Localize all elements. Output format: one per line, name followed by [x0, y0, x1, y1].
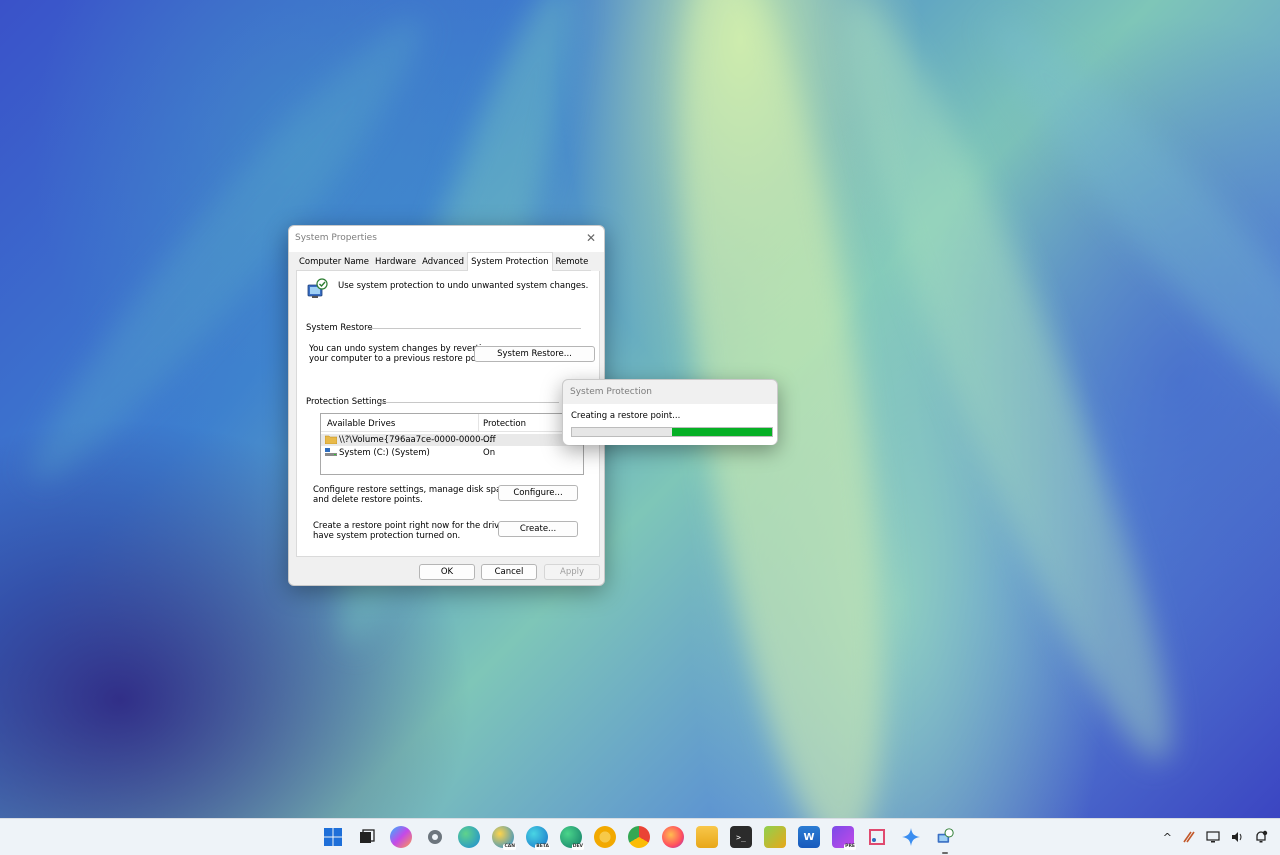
dev-home-icon[interactable]: PRE — [832, 826, 856, 850]
chrome-icon[interactable] — [628, 826, 650, 848]
create-description-line1: Create a restore point right now for the… — [313, 521, 529, 531]
system-protection-panel: Use system protection to undo unwanted s… — [296, 271, 600, 557]
tab-advanced[interactable]: Advanced — [419, 254, 468, 271]
system-properties-icon[interactable] — [934, 826, 956, 854]
system-drive-icon — [325, 448, 337, 456]
tab-computer-name[interactable]: Computer Name — [296, 254, 373, 271]
chrome-canary-icon[interactable] — [594, 826, 616, 848]
column-header-available-drives[interactable]: Available Drives — [327, 419, 395, 429]
system-restore-description-line1: You can undo system changes by reverting — [309, 344, 493, 354]
cancel-button[interactable]: Cancel — [481, 564, 537, 580]
firefox-icon[interactable] — [662, 826, 684, 848]
column-separator — [478, 414, 479, 432]
system-protection-icon — [307, 278, 328, 298]
notification-icon[interactable] — [1254, 830, 1268, 844]
pen-icon[interactable] — [1182, 830, 1196, 844]
lead-text: Use system protection to undo unwanted s… — [338, 281, 589, 291]
app-badge: PRE — [844, 844, 856, 850]
system-tray: ^ — [1163, 829, 1268, 845]
terminal-icon[interactable]: >_ — [730, 826, 752, 848]
close-icon: ✕ — [585, 231, 597, 245]
gemini-icon[interactable] — [900, 826, 922, 848]
system-restore-button[interactable]: System Restore... — [474, 346, 595, 362]
tab-strip: Computer Name Hardware Advanced System P… — [296, 252, 592, 271]
drive-name: System (C:) (System) — [339, 448, 430, 458]
app-badge: CAN — [503, 844, 516, 850]
file-explorer-icon[interactable] — [696, 826, 718, 848]
dialog-title: System Properties — [295, 233, 377, 243]
edge-dev-icon[interactable]: DEV — [560, 826, 584, 850]
drive-protection: On — [483, 448, 496, 458]
close-button[interactable]: ✕ — [582, 229, 600, 247]
edge-icon[interactable] — [458, 826, 480, 848]
configure-description-line2: and delete restore points. — [313, 495, 423, 505]
progress-bar-fill — [672, 428, 772, 436]
apply-button[interactable]: Apply — [544, 564, 600, 580]
edge-canary-icon[interactable]: CAN — [492, 826, 516, 850]
copilot-icon[interactable] — [390, 826, 412, 848]
system-properties-dialog: System Properties ✕ Computer Name Hardwa… — [288, 225, 605, 586]
drive-name: \\?\Volume{796aa7ce-0000-0000-... — [339, 435, 492, 445]
progress-dialog-title: System Protection — [570, 387, 652, 397]
group-divider — [379, 402, 559, 403]
snipping-tool-icon[interactable] — [866, 826, 888, 848]
tray-overflow-chevron-icon[interactable]: ^ — [1163, 831, 1172, 844]
progress-bar — [571, 427, 773, 437]
protection-settings-group-label: Protection Settings — [306, 397, 387, 407]
system-restore-group-label: System Restore — [306, 323, 373, 333]
tab-remote[interactable]: Remote — [552, 254, 592, 271]
progress-message: Creating a restore point... — [571, 411, 681, 421]
group-divider — [367, 328, 581, 329]
ok-button[interactable]: OK — [419, 564, 475, 580]
drive-protection: Off — [483, 435, 496, 445]
configure-description-line1: Configure restore settings, manage disk … — [313, 485, 514, 495]
tab-system-protection[interactable]: System Protection — [467, 252, 553, 271]
start-icon[interactable] — [322, 826, 344, 848]
dialog-titlebar[interactable]: System Properties ✕ — [289, 226, 604, 252]
column-header-protection[interactable]: Protection — [483, 419, 526, 429]
drives-list-header: Available Drives Protection — [321, 414, 583, 432]
folder-icon — [325, 435, 337, 444]
progress-dialog-body: Creating a restore point... — [563, 404, 777, 445]
system-protection-progress-dialog: System Protection Creating a restore poi… — [562, 379, 778, 445]
tab-hardware[interactable]: Hardware — [372, 254, 420, 271]
volume-icon[interactable] — [1230, 830, 1244, 844]
drive-row-system-c[interactable]: System (C:) (System) On — [321, 447, 583, 459]
app-badge: DEV — [571, 844, 584, 850]
create-button[interactable]: Create... — [498, 521, 578, 537]
settings-icon[interactable] — [424, 826, 446, 848]
drive-row-volume[interactable]: \\?\Volume{796aa7ce-0000-0000-... Off — [321, 434, 583, 446]
taskbar-pinned-apps: CAN BETA DEV >_ W PRE — [322, 826, 956, 854]
create-description-line2: have system protection turned on. — [313, 531, 461, 541]
notepad-plus-icon[interactable] — [764, 826, 786, 848]
taskbar: CAN BETA DEV >_ W PRE ^ — [0, 818, 1280, 855]
drives-list[interactable]: Available Drives Protection \\?\Volume{7… — [320, 413, 584, 475]
display-icon[interactable] — [1206, 830, 1220, 844]
configure-button[interactable]: Configure... — [498, 485, 578, 501]
app-badge: BETA — [535, 844, 550, 850]
task-view-icon[interactable] — [356, 826, 378, 848]
edge-beta-icon[interactable]: BETA — [526, 826, 550, 850]
word-icon[interactable]: W — [798, 826, 820, 848]
system-restore-description-line2: your computer to a previous restore poin… — [309, 354, 490, 364]
